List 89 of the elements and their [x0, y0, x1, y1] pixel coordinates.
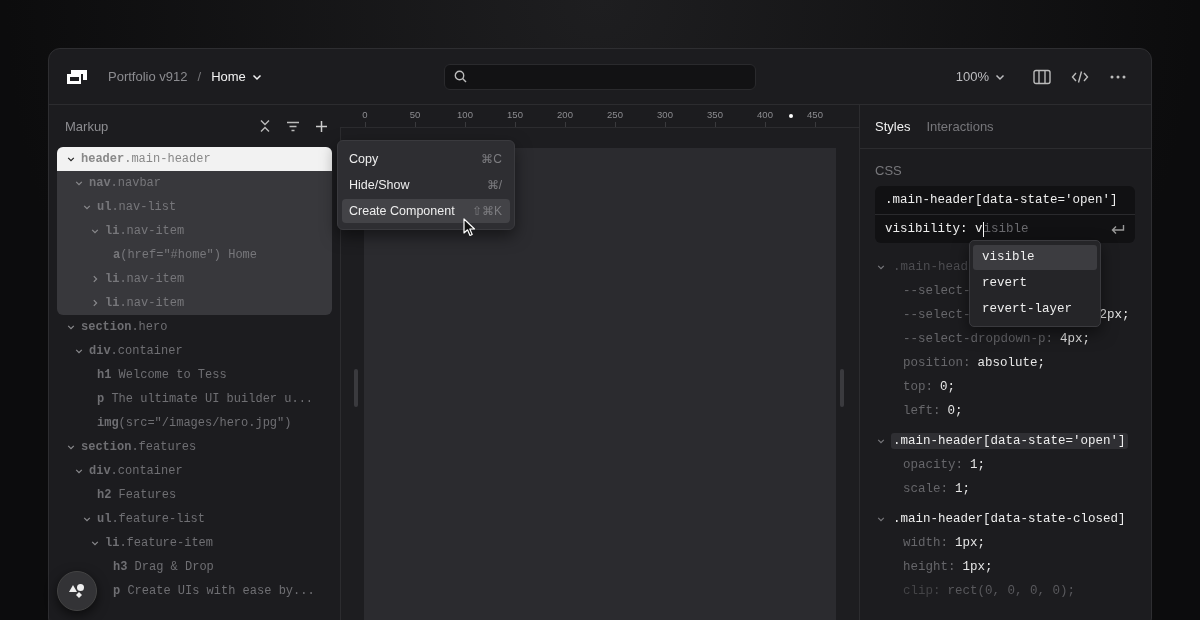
ruler-label: 350 [707, 109, 723, 121]
ruler-label: 250 [607, 109, 623, 121]
project-name[interactable]: Portfolio v912 [108, 69, 188, 84]
tree-item[interactable]: p The ultimate UI builder u... [97, 392, 314, 406]
menu-item-label: Create Component [349, 204, 455, 218]
tree-item[interactable]: li.nav-item [105, 224, 185, 238]
text-caret [982, 221, 984, 237]
section-label: CSS [875, 163, 903, 178]
css-property: left: [903, 404, 941, 418]
css-selector[interactable]: .main-header[data-state='open'] [891, 433, 1128, 449]
css-property: opacity: [903, 458, 963, 472]
logo-icon [66, 68, 88, 85]
filter-icon [286, 120, 300, 132]
menu-item-label: Hide/Show [349, 178, 410, 192]
tree-item[interactable]: section.features [81, 440, 197, 454]
css-property: --select- [903, 308, 971, 322]
property-input[interactable]: visibility: visible [875, 215, 1135, 243]
tree-item[interactable]: h2 Features [97, 488, 177, 502]
search-icon [453, 70, 467, 83]
more-icon [1110, 74, 1126, 79]
suggestion-text: isible [983, 222, 1029, 236]
tree-item[interactable]: h3 Drag & Drop [113, 560, 214, 574]
tree-item[interactable]: li.nav-item [105, 296, 185, 310]
ruler-label: 300 [657, 109, 673, 121]
tree-item[interactable]: div.container [89, 464, 183, 478]
panel-title: Markup [65, 118, 109, 134]
tree-item[interactable]: div.container [89, 344, 183, 358]
tree-item[interactable]: a(href="#home") Home [113, 248, 258, 262]
css-property: --select-dropdown-p: [903, 332, 1054, 346]
css-value: 4px; [1060, 332, 1091, 346]
tree-item[interactable]: header.main-header [57, 147, 332, 171]
css-property: position: [903, 356, 971, 370]
zoom-dropdown[interactable]: 100% [955, 69, 1005, 84]
shortcut-hint: ⌘/ [486, 178, 502, 192]
tree-item[interactable]: li.feature-item [105, 536, 214, 550]
tree-item[interactable]: h1 Welcome to Tess [97, 368, 227, 382]
shortcut-hint: ⌘C [481, 152, 502, 166]
css-property: --select- [903, 284, 971, 298]
css-selector[interactable]: .main-header[data-state-closed] [891, 511, 1128, 527]
typed-text: visibility: v [885, 222, 983, 236]
pointer-cursor-icon [463, 218, 476, 237]
suggestion-option[interactable]: revert-layer [973, 297, 1097, 322]
css-selector: .main-header[data-state='open'] [875, 186, 1135, 215]
css-value: 1px; [962, 560, 993, 574]
plus-icon [314, 119, 328, 133]
tree-item[interactable]: ul.nav-list [97, 200, 177, 214]
suggestion-option[interactable]: revert [973, 271, 1097, 296]
ruler-label: 150 [507, 109, 523, 121]
breadcrumb-separator: / [197, 69, 202, 84]
collapse-icon [259, 119, 271, 133]
tree-item[interactable]: li.nav-item [105, 272, 185, 286]
tab[interactable]: Styles [875, 119, 911, 134]
page-selector[interactable]: Home [211, 69, 282, 84]
ruler-label: 0 [362, 109, 368, 121]
tree-item[interactable]: p Create UIs with ease by... [113, 584, 315, 598]
css-value: absolute; [977, 356, 1046, 370]
code-icon [1071, 68, 1089, 85]
menu-item[interactable]: Create Component ⇧⌘K [342, 199, 510, 223]
ruler-label: 100 [457, 109, 473, 121]
ruler-label: 50 [409, 109, 421, 121]
css-property: height: [903, 560, 956, 574]
split-panel-icon [1033, 68, 1051, 85]
ruler-label: 200 [557, 109, 573, 121]
shortcut-hint: ⇧⌘K [472, 204, 502, 218]
menu-item[interactable]: Hide/Show ⌘/ [342, 173, 510, 197]
tree-item[interactable]: ul.feature-list [97, 512, 206, 526]
css-value: 1px; [955, 536, 986, 550]
position-marker [789, 114, 793, 118]
ruler-label: 450 [807, 109, 823, 121]
css-property: width: [903, 536, 948, 550]
tree-item[interactable]: section.hero [81, 320, 168, 334]
css-property: top: [903, 380, 933, 394]
css-value: 2px; [1099, 308, 1130, 322]
css-value: 0; [947, 404, 963, 418]
css-value: 1; [970, 458, 986, 472]
search-field[interactable] [443, 63, 756, 90]
css-value: 0; [940, 380, 956, 394]
tree-item[interactable]: nav.navbar [89, 176, 162, 190]
ruler-label: 400 [757, 109, 773, 121]
css-value: rect(0, 0, 0, 0); [947, 584, 1076, 598]
css-property: scale: [903, 482, 948, 496]
return-icon [1111, 223, 1125, 235]
menu-item[interactable]: Copy ⌘C [342, 147, 510, 171]
tab[interactable]: Interactions [926, 119, 994, 134]
css-value: 1; [955, 482, 971, 496]
tree-item[interactable]: img(src="/images/hero.jpg") [97, 416, 292, 430]
menu-item-label: Copy [349, 152, 379, 166]
suggestion-option[interactable]: visible [973, 245, 1097, 270]
shapes-icon [67, 581, 87, 601]
